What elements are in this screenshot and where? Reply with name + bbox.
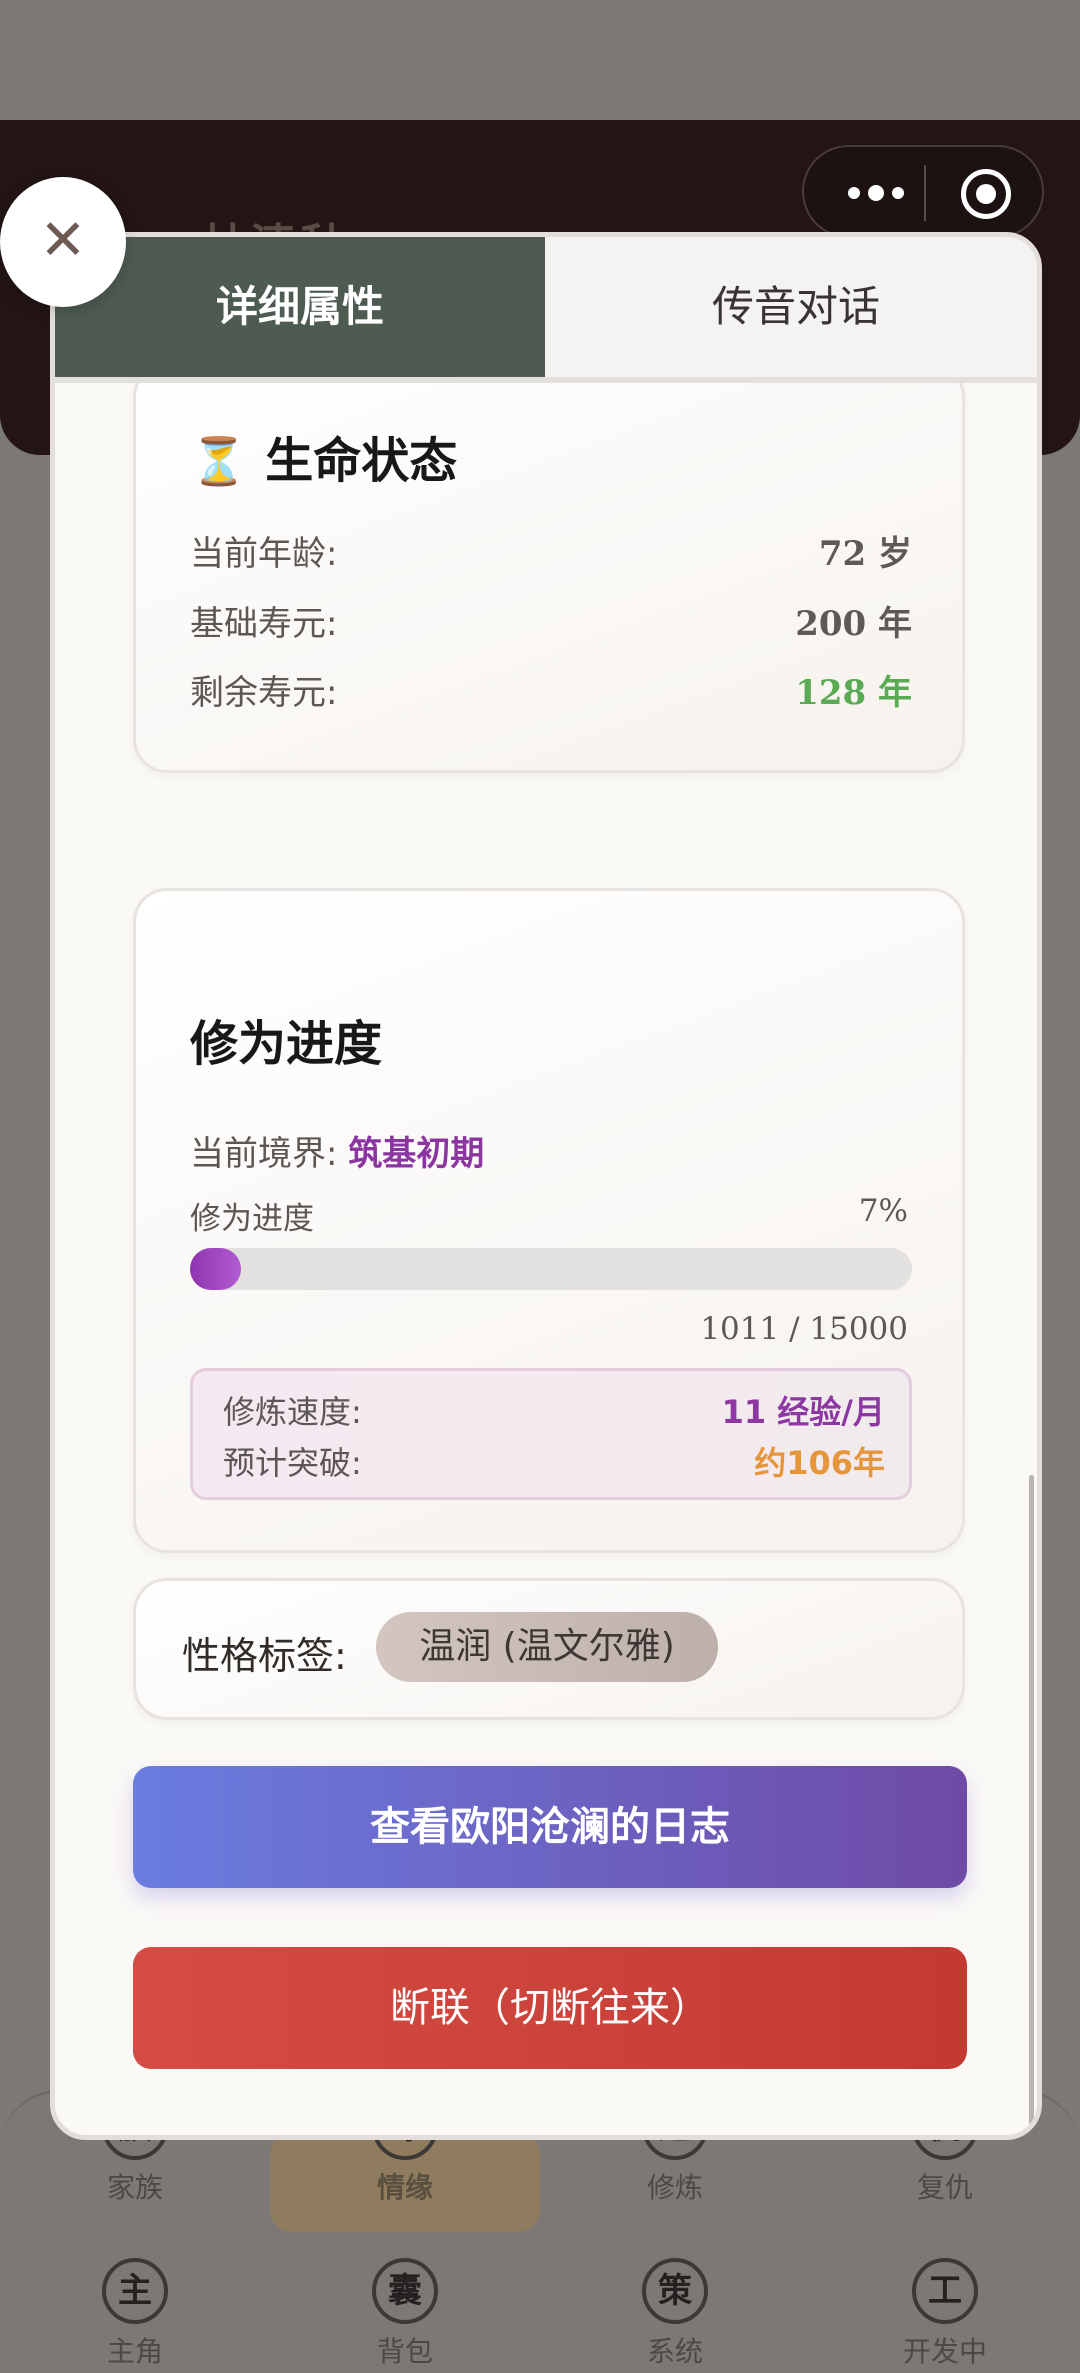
life-status-title-text: 生命状态 bbox=[265, 433, 458, 489]
break-link-button[interactable]: 断联（切断往来） bbox=[133, 1947, 967, 2069]
life-status-title: ⏳ 生命状态 bbox=[190, 421, 457, 491]
remaining-lifespan-label: 剩余寿元: bbox=[190, 673, 338, 713]
breakthrough-value: 约106年 bbox=[754, 1444, 885, 1482]
character-detail-modal: 详细属性 传音对话 ⏳ 生命状态 当前年龄: 72 岁 基础寿元: 200 年 剩… bbox=[50, 232, 1042, 2140]
close-miniprogram-icon[interactable] bbox=[961, 169, 1011, 219]
remaining-lifespan-value: 128 年 bbox=[795, 673, 912, 713]
base-lifespan-value: 200 年 bbox=[795, 604, 912, 644]
progress-bar bbox=[190, 1248, 912, 1290]
speed-box: 修炼速度: 11 经验/月 预计突破: 约106年 bbox=[190, 1368, 912, 1500]
realm-label: 当前境界: bbox=[190, 1134, 338, 1174]
tab-dialogue[interactable]: 传音对话 bbox=[545, 237, 1037, 377]
nav-item-system[interactable]: 策 系统 bbox=[585, 2258, 765, 2370]
hourglass-icon: ⏳ bbox=[190, 434, 248, 488]
capsule-divider bbox=[924, 165, 926, 221]
base-lifespan-label: 基础寿元: bbox=[190, 604, 338, 644]
nav-item-protagonist[interactable]: 主 主角 bbox=[45, 2258, 225, 2370]
tab-bar: 详细属性 传音对话 bbox=[55, 237, 1037, 383]
modal-scroll-area[interactable]: ⏳ 生命状态 当前年龄: 72 岁 基础寿元: 200 年 剩余寿元: 128 年… bbox=[55, 383, 1037, 2135]
trait-chip: 温润 (温文尔雅) bbox=[376, 1612, 718, 1682]
progress-label: 修为进度 bbox=[190, 1201, 314, 1237]
nav-label: 开发中 bbox=[902, 2335, 987, 2368]
cultivation-card: 修为进度 当前境界: 筑基初期 修为进度 7% 1011 / 15000 修炼速… bbox=[133, 888, 965, 1553]
protagonist-icon: 主 bbox=[102, 2258, 168, 2324]
breakthrough-row: 预计突破: 约106年 bbox=[223, 1438, 885, 1482]
realm-line: 当前境界: 筑基初期 bbox=[190, 1126, 484, 1175]
scrollbar[interactable] bbox=[1029, 1475, 1034, 2135]
trait-label: 性格标签: bbox=[182, 1634, 347, 1678]
speed-label: 修炼速度: bbox=[223, 1393, 362, 1431]
progress-percent: 7% bbox=[858, 1193, 908, 1229]
breakthrough-label: 预计突破: bbox=[223, 1444, 362, 1482]
tab-attributes[interactable]: 详细属性 bbox=[55, 237, 545, 377]
nav-label: 复仇 bbox=[916, 2171, 973, 2204]
nav-item-dev[interactable]: 工 开发中 bbox=[855, 2258, 1035, 2370]
nav-item-bag[interactable]: 囊 背包 bbox=[315, 2258, 495, 2370]
nav-label: 修炼 bbox=[646, 2171, 703, 2204]
speed-row: 修炼速度: 11 经验/月 bbox=[223, 1387, 885, 1431]
progress-numbers: 1011 / 15000 bbox=[700, 1311, 908, 1347]
nav-label: 家族 bbox=[106, 2171, 163, 2204]
nav-label: 主角 bbox=[106, 2335, 163, 2368]
age-row: 当前年龄: 72 岁 bbox=[190, 526, 912, 576]
trait-card: 性格标签: 温润 (温文尔雅) bbox=[133, 1578, 965, 1720]
base-lifespan-row: 基础寿元: 200 年 bbox=[190, 596, 912, 646]
realm-value: 筑基初期 bbox=[348, 1134, 485, 1174]
nav-label: 情缘 bbox=[376, 2171, 433, 2204]
remaining-lifespan-row: 剩余寿元: 128 年 bbox=[190, 665, 912, 715]
mini-program-capsule bbox=[802, 145, 1044, 238]
screen: 林清秋 族 家族 缘 情缘 道 修炼 仇 复仇 主 主角 囊 bbox=[0, 0, 1080, 2373]
cultivation-title: 修为进度 bbox=[190, 1016, 383, 1072]
view-log-button[interactable]: 查看欧阳沧澜的日志 bbox=[133, 1766, 967, 1888]
bag-icon: 囊 bbox=[372, 2258, 438, 2324]
dev-icon: 工 bbox=[912, 2258, 978, 2324]
nav-label: 系统 bbox=[646, 2335, 703, 2368]
nav-label: 背包 bbox=[376, 2335, 433, 2368]
age-value: 72 岁 bbox=[818, 534, 912, 574]
age-label: 当前年龄: bbox=[190, 534, 338, 574]
system-icon: 策 bbox=[642, 2258, 708, 2324]
progress-bar-fill bbox=[190, 1248, 241, 1290]
life-status-card: ⏳ 生命状态 当前年龄: 72 岁 基础寿元: 200 年 剩余寿元: 128 年 bbox=[133, 383, 965, 773]
close-icon[interactable]: ✕ bbox=[0, 177, 126, 307]
more-icon[interactable] bbox=[836, 175, 916, 211]
speed-value: 11 经验/月 bbox=[721, 1393, 885, 1431]
